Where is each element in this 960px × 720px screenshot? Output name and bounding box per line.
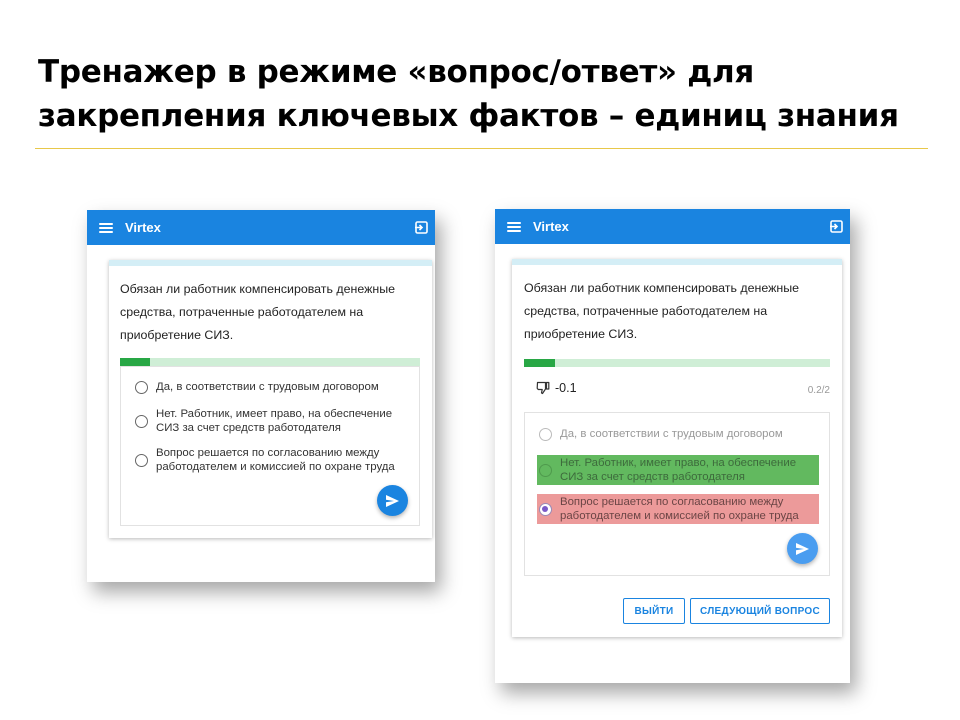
question-counter: 0.2/2: [807, 385, 830, 396]
answer-option-2-correct: Нет. Работник, имеет право, на обеспечен…: [537, 455, 819, 485]
exit-icon[interactable]: [830, 220, 843, 233]
submit-answer-button[interactable]: [787, 533, 818, 564]
question-text: Обязан ли работник компенсировать денежн…: [524, 281, 800, 341]
progress-fill: [524, 359, 555, 367]
left-app-screen: Virtex Обязан ли работник компенсировать…: [87, 210, 435, 582]
answer-option-label: Нет. Работник, имеет право, на обеспечен…: [560, 457, 797, 483]
menu-icon[interactable]: [506, 220, 522, 234]
submit-answer-button[interactable]: [377, 485, 408, 516]
answer-option-3[interactable]: Вопрос решается по согласованию между ра…: [135, 447, 405, 474]
radio-button[interactable]: [135, 381, 148, 394]
title-divider: [35, 148, 928, 149]
next-question-button[interactable]: СЛЕДУЮЩИЙ ВОПРОС: [690, 598, 830, 624]
wrong-answer-highlight: Вопрос решается по согласованию между ра…: [537, 494, 819, 524]
menu-icon[interactable]: [98, 221, 114, 235]
radio-button[interactable]: [135, 415, 148, 428]
answer-option-1[interactable]: Да, в соответствии с трудовым договором: [135, 381, 415, 395]
thumbs-down-icon: [536, 381, 550, 395]
answer-option-label: Да, в соответствии с трудовым договором: [156, 381, 379, 393]
progress-fill: [120, 358, 150, 366]
slide-title-line-1: Тренажер в режиме «вопрос/ответ» для: [38, 54, 754, 90]
right-app-screen: Virtex Обязан ли работник компенсировать…: [495, 209, 850, 683]
slide-title: Тренажер в режиме «вопрос/ответ» для зак…: [38, 50, 938, 138]
slide-title-line-2: закрепления ключевых фактов – единиц зна…: [38, 98, 899, 134]
progress-bar: [524, 359, 830, 367]
question-text: Обязан ли работник компенсировать денежн…: [120, 282, 396, 342]
send-icon: [796, 542, 809, 555]
question-card: Обязан ли работник компенсировать денежн…: [109, 260, 432, 538]
radio-button[interactable]: [135, 454, 148, 467]
answer-options: Да, в соответствии с трудовым договором …: [120, 366, 420, 526]
answer-option-3-wrong: Вопрос решается по согласованию между ра…: [537, 494, 819, 524]
answer-option-1: Да, в соответствии с трудовым договором: [539, 428, 824, 442]
radio-button: [539, 464, 552, 477]
exit-icon[interactable]: [415, 221, 428, 234]
answer-option-label: Вопрос решается по согласованию между ра…: [156, 447, 395, 473]
progress-bar: [120, 358, 420, 366]
exit-button[interactable]: ВЫЙТИ: [623, 598, 685, 624]
answer-options: Да, в соответствии с трудовым договором …: [524, 412, 830, 576]
radio-button-selected: [539, 503, 552, 516]
card-top-strip: [109, 260, 432, 266]
answer-option-label: Да, в соответствии с трудовым договором: [560, 428, 783, 440]
answer-option-label: Вопрос решается по согласованию между ра…: [560, 496, 799, 522]
app-title: Virtex: [125, 220, 161, 235]
question-card: Обязан ли работник компенсировать денежн…: [512, 259, 842, 637]
answer-option-2[interactable]: Нет. Работник, имеет право, на обеспечен…: [135, 408, 405, 435]
app-bar: Virtex: [495, 209, 850, 244]
radio-button: [539, 428, 552, 441]
score-display: -0.1: [536, 381, 577, 395]
app-title: Virtex: [533, 219, 569, 234]
answer-option-label: Нет. Работник, имеет право, на обеспечен…: [156, 408, 393, 434]
card-top-strip: [512, 259, 842, 265]
score-value: -0.1: [555, 381, 577, 395]
correct-answer-highlight: Нет. Работник, имеет право, на обеспечен…: [537, 455, 819, 485]
app-bar: Virtex: [87, 210, 435, 245]
send-icon: [386, 494, 399, 507]
